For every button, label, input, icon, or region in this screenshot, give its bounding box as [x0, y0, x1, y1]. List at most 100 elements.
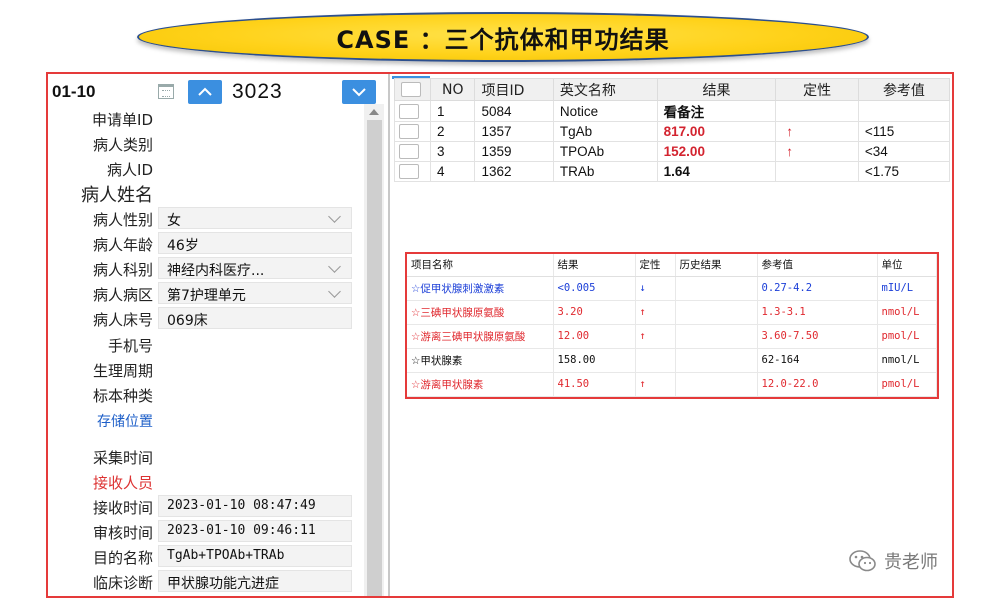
cell-history [675, 372, 758, 397]
field-gender[interactable]: 病人性别 女 [48, 206, 358, 230]
table-row[interactable]: 3 1359 TPOAb 152.00 ↑ <34 [394, 141, 951, 162]
field-label: 病人病区 [92, 286, 153, 304]
storage-field[interactable] [158, 409, 352, 431]
cell-flag: ↑ [635, 324, 676, 349]
ward-select[interactable]: 第7护理单元 [158, 282, 352, 304]
col-header[interactable]: 参考值 [857, 78, 951, 101]
field-label: 临床诊断 [92, 574, 153, 592]
scroll-up-icon[interactable] [369, 109, 379, 115]
field-department[interactable]: 病人科别 神经内科医疗... [48, 256, 358, 280]
cell-result[interactable]: 看备注 [656, 100, 777, 122]
table-row[interactable]: 2 1357 TgAb 817.00 ↑ <115 [394, 121, 951, 142]
field-bed[interactable]: 病人床号 069床 [48, 306, 358, 330]
chevron-down-icon [328, 285, 341, 298]
field-age[interactable]: 病人年龄 46岁 [48, 231, 358, 255]
col-header: 参考值 [757, 254, 878, 277]
field-phone[interactable]: 手机号 [48, 332, 358, 356]
field-patient-name: 病人姓名 [48, 180, 358, 206]
cell-history [675, 348, 758, 373]
row-checkbox-cell[interactable] [394, 121, 431, 142]
cell-flag [775, 161, 859, 182]
diagnosis-field[interactable]: 甲状腺功能亢进症 [158, 570, 352, 592]
cell-flag: ↑ [635, 372, 676, 397]
col-header: 单位 [877, 254, 937, 277]
col-header[interactable]: NO [429, 78, 476, 101]
collect-time-field[interactable] [158, 445, 352, 467]
bed-field[interactable]: 069床 [158, 307, 352, 329]
storage-link[interactable]: 存储位置 [97, 411, 153, 431]
row-checkbox-cell[interactable] [394, 161, 431, 182]
field-receiver[interactable]: 接收人员 [48, 469, 358, 493]
field-label: 接收时间 [92, 499, 153, 517]
result-header-row: NO 项目ID 英文名称 结果 定性 参考值 [394, 78, 951, 101]
gender-select[interactable]: 女 [158, 207, 352, 229]
date-row: 01-10 3023 [52, 80, 382, 104]
cell-ref: 0.27-4.2 [757, 276, 878, 301]
panel-divider[interactable] [388, 74, 390, 596]
cell-unit: nmol/L [877, 348, 937, 373]
row-checkbox[interactable] [399, 144, 419, 159]
specimen-field[interactable] [158, 383, 352, 405]
row-checkbox-cell[interactable] [394, 100, 431, 122]
cell-result[interactable]: 152.00 [656, 141, 777, 162]
row-checkbox[interactable] [399, 124, 419, 139]
receiver-field[interactable] [158, 470, 352, 492]
table-row: ☆促甲状腺刺激激素 <0.005 ↓ 0.27-4.2 mIU/L [407, 276, 937, 301]
cell-id: 1357 [474, 121, 554, 142]
chevron-down-icon [328, 210, 341, 223]
col-header[interactable]: 定性 [775, 78, 859, 101]
field-label: 病人床号 [92, 311, 153, 329]
field-diagnosis[interactable]: 临床诊断 甲状腺功能亢进症 [48, 569, 358, 593]
department-select[interactable]: 神经内科医疗... [158, 257, 352, 279]
cell-ref: <1.75 [857, 161, 951, 182]
age-field[interactable]: 46岁 [158, 232, 352, 254]
field-ward[interactable]: 病人病区 第7护理单元 [48, 281, 358, 305]
cell-ref [857, 100, 951, 122]
cell-flag: ↑ [775, 141, 859, 162]
col-header: 历史结果 [675, 254, 758, 277]
select-all-checkbox[interactable] [401, 82, 421, 97]
table-row: ☆甲状腺素 158.00 62-164 nmol/L [407, 348, 937, 373]
col-header[interactable]: 项目ID [474, 78, 554, 101]
audit-time-field[interactable]: 2023-01-10 09:46:11 [158, 520, 352, 542]
cycle-field[interactable] [158, 358, 352, 380]
lis-window: 01-10 3023 申请单ID 病人类别 病人ID 病人姓名 病人性别 女 病… [46, 72, 954, 598]
field-label: 目的名称 [92, 549, 153, 567]
date-value[interactable]: 01-10 [52, 82, 95, 102]
field-label: 病人科别 [92, 261, 153, 279]
scrollbar-thumb[interactable] [367, 120, 382, 596]
chevron-down-icon [352, 88, 366, 97]
table-row[interactable]: 1 5084 Notice 看备注 [394, 100, 951, 122]
cell-ref: 12.0-22.0 [757, 372, 878, 397]
receive-time-field[interactable]: 2023-01-10 08:47:49 [158, 495, 352, 517]
field-storage[interactable]: 存储位置 [48, 408, 358, 432]
field-specimen[interactable]: 标本种类 [48, 382, 358, 406]
watermark: 贵老师 [848, 548, 938, 574]
calendar-icon[interactable] [158, 84, 174, 99]
field-label: 病人性别 [92, 211, 153, 229]
chevron-down-button[interactable] [342, 80, 376, 104]
cell-id: 5084 [474, 100, 554, 122]
row-checkbox[interactable] [399, 103, 419, 119]
cell-result[interactable]: 1.64 [656, 161, 777, 182]
col-header[interactable]: 结果 [656, 78, 777, 101]
field-purpose[interactable]: 目的名称 TgAb+TPOAb+TRAb [48, 544, 358, 568]
purpose-field[interactable]: TgAb+TPOAb+TRAb [158, 545, 352, 567]
sample-number[interactable]: 3023 [232, 80, 283, 104]
header-checkbox[interactable] [394, 78, 431, 101]
cell-unit: pmol/L [877, 324, 937, 349]
field-audit-time[interactable]: 审核时间 2023-01-10 09:46:11 [48, 519, 358, 543]
col-header[interactable]: 英文名称 [552, 78, 658, 101]
phone-field[interactable] [158, 333, 352, 355]
field-collect-time[interactable]: 采集时间 [48, 444, 358, 468]
row-checkbox[interactable] [399, 164, 419, 179]
cell-result[interactable]: 817.00 [656, 121, 777, 142]
field-receive-time[interactable]: 接收时间 2023-01-10 08:47:49 [48, 494, 358, 518]
field-cycle[interactable]: 生理周期 [48, 357, 358, 381]
cell-id: 1362 [474, 161, 554, 182]
row-checkbox-cell[interactable] [394, 141, 431, 162]
field-label: 病人类别 [92, 136, 153, 154]
chevron-up-button[interactable] [188, 80, 222, 104]
table-row[interactable]: 4 1362 TRAb 1.64 <1.75 [394, 161, 951, 182]
watermark-text: 贵老师 [884, 552, 938, 573]
